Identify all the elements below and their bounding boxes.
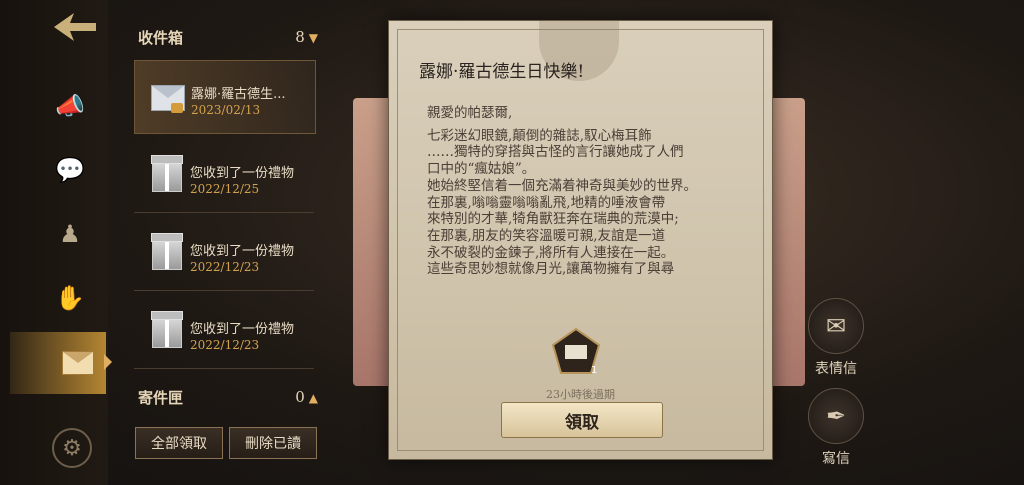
fox-emote-icon: ✉ — [808, 298, 864, 354]
back-arrow-icon[interactable] — [52, 10, 98, 44]
nav-rail: 📣 💬 ♟ ✋ ⚙ — [0, 0, 112, 485]
settings-gear-icon[interactable]: ⚙ — [52, 428, 92, 468]
delete-read-button[interactable]: 刪除已讀 — [229, 427, 317, 459]
mail-nav-item[interactable] — [10, 332, 112, 394]
expire-text: 23小時後過期 — [546, 388, 615, 401]
mail-date: 2022/12/25 — [190, 182, 260, 196]
outbox-header[interactable]: 寄件匣 0 ▲ — [138, 382, 318, 412]
mail-title: 露娜·羅古德生... — [191, 87, 286, 102]
mail-date: 2023/02/13 — [191, 103, 261, 117]
inbox-count-wrap: 8 ▼ — [295, 28, 318, 46]
inbox-header[interactable]: 收件箱 8 ▼ — [138, 22, 318, 52]
mail-date: 2022/12/23 — [190, 338, 260, 352]
reward-count: 1 — [591, 365, 597, 376]
letter-line: 在那裏,朋友的笑容溫暖可親,友誼是一道 — [427, 227, 666, 244]
inbox-count: 8 — [295, 28, 305, 46]
letter-title: 露娜·羅古德生日快樂! — [419, 62, 585, 82]
emote-letter-label: 表情信 — [815, 361, 857, 377]
outbox-count: 0 — [295, 388, 305, 406]
claim-all-button[interactable]: 全部領取 — [135, 427, 223, 459]
mail-title: 您收到了一份禮物 — [190, 244, 295, 259]
chat-icon[interactable]: 💬 — [50, 150, 90, 190]
mail-title: 您收到了一份禮物 — [190, 166, 295, 181]
letter-line: ……獨特的穿搭與古怪的言行讓她成了人們 — [427, 144, 684, 161]
mail-item[interactable]: 露娜·羅古德生... 2023/02/13 — [134, 60, 316, 134]
gift-icon — [146, 232, 186, 272]
letter-greeting: 親愛的帕瑟爾, — [427, 105, 513, 121]
letter-line: 這些奇思妙想就像月光,讓萬物擁有了與尋 — [427, 261, 675, 278]
emote-letter-action[interactable]: ✉ 表情信 — [806, 298, 866, 378]
letter-line: 來特別的才華,犄角獸狂奔在瑞典的荒漠中; — [427, 211, 679, 228]
mail-title: 您收到了一份禮物 — [190, 322, 295, 337]
write-letter-action[interactable]: ✒ 寫信 — [806, 388, 866, 468]
chevron-down-icon: ▼ — [308, 31, 318, 45]
reward-item-icon[interactable]: 1 — [551, 327, 601, 377]
letter-line: 口中的“瘋姑娘”。 — [427, 161, 536, 178]
active-indicator-icon — [104, 354, 112, 370]
mail-list-panel: 收件箱 8 ▼ 露娜·羅古德生... 2023/02/13 您收到了一份禮物 20… — [128, 0, 318, 485]
letter-body: 親愛的帕瑟爾, 七彩迷幻眼鏡,顛倒的雜誌,馭心梅耳飾 ……獨特的穿搭與古怪的言行… — [427, 105, 737, 288]
characters-icon[interactable]: ♟ — [50, 214, 90, 254]
mail-item[interactable]: 您收到了一份禮物 2022/12/23 — [134, 218, 314, 291]
letter-line: 七彩迷幻眼鏡,顛倒的雜誌,馭心梅耳飾 — [427, 127, 652, 144]
gift-icon — [146, 310, 186, 350]
seal-icon — [171, 103, 183, 113]
letter-icon — [147, 75, 187, 115]
mail-date: 2022/12/23 — [190, 260, 260, 274]
mail-icon — [62, 351, 94, 375]
inbox-label: 收件箱 — [138, 28, 184, 47]
letter-paper: 露娜·羅古德生日快樂! 親愛的帕瑟爾, 七彩迷幻眼鏡,顛倒的雜誌,馭心梅耳飾 …… — [388, 20, 773, 460]
quill-icon: ✒ — [808, 388, 864, 444]
gesture-icon[interactable]: ✋ — [50, 278, 90, 318]
gift-icon — [146, 154, 186, 194]
write-letter-label: 寫信 — [822, 451, 850, 467]
mail-item[interactable]: 您收到了一份禮物 2022/12/23 — [134, 296, 314, 369]
claim-button[interactable]: 領取 — [501, 402, 663, 438]
announcement-icon[interactable]: 📣 — [50, 86, 90, 126]
chevron-up-icon: ▲ — [308, 391, 318, 405]
letter-line: 永不破裂的金鍊子,將所有人連接在一起。 — [427, 244, 675, 261]
outbox-label: 寄件匣 — [138, 388, 184, 407]
letter-line: 她始終堅信着一個充滿着神奇與美妙的世界。 — [427, 177, 697, 194]
outbox-count-wrap: 0 ▲ — [295, 388, 318, 406]
letter-line: 在那裏,嗡嗡靈嗡嗡亂飛,地精的唾液會帶 — [427, 194, 666, 211]
mail-item[interactable]: 您收到了一份禮物 2022/12/25 — [134, 140, 314, 213]
